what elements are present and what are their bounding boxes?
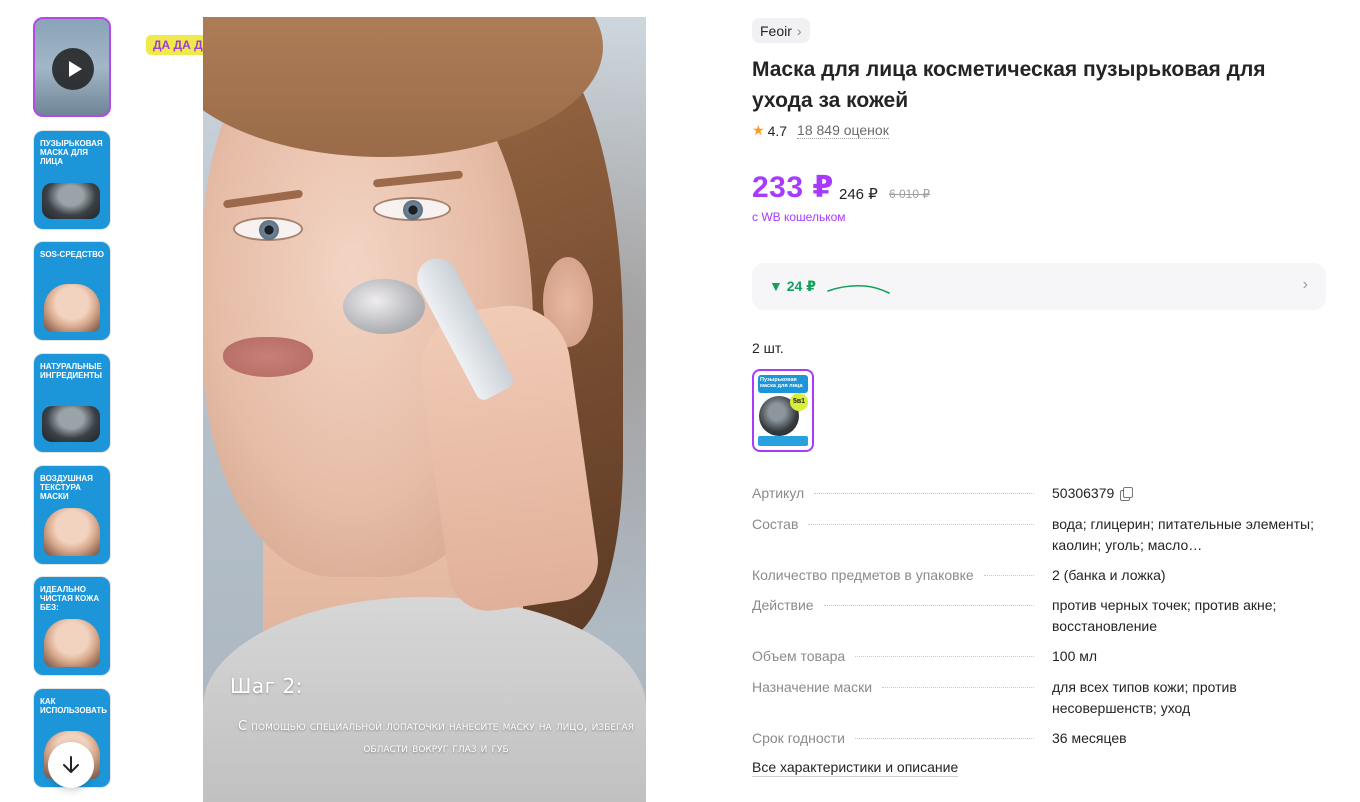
thumbnail-image[interactable]: SOS-средство [33,241,111,341]
wallet-note: с WB кошельком [752,210,846,224]
eye [373,197,451,221]
variant-badge: 5в1 [790,393,808,411]
spec-name: Артикул [752,485,805,501]
shirt [203,597,646,802]
price-history-button[interactable]: ▼ 24 ₽ › [752,263,1326,310]
spec-name: Состав [752,516,799,532]
spec-value: 36 месяцев [1052,730,1127,746]
variant-thumb-title: Пузырьковая маска для лица [758,375,808,393]
variant-option[interactable]: Пузырьковая маска для лица 5в1 [752,369,814,452]
brand-link[interactable]: Feoir › [752,18,810,43]
eye [233,217,303,241]
product-title: Маска для лица косметическая пузырьковая… [752,58,1266,112]
thumbnail-caption: Воздушная текстура маски [40,474,93,501]
scroll-down-button[interactable] [48,742,94,788]
thumbnail-image[interactable]: Идеально чистая кожа без: [33,576,111,676]
thumbnail-image[interactable]: Натуральные ингредиенты [33,353,111,453]
brand-name: Feoir [760,22,792,39]
quantity-label: 2 шт. [752,340,784,356]
spec-name: Объем товара [752,648,846,664]
thumbnail-caption: SOS-средство [40,250,104,259]
price-drop: ▼ 24 ₽ [769,278,816,294]
thumbnail-image[interactable]: Воздушная текстура маски [33,465,111,565]
wallet-price: 233 ₽ [752,171,834,204]
chevron-right-icon: › [1302,276,1308,293]
copy-icon[interactable] [1120,487,1134,501]
mask-blob [343,279,425,334]
spec-value: 100 мл [1052,648,1098,664]
arrow-down-icon [63,756,79,773]
spec-name: Назначение маски [752,679,873,695]
play-icon[interactable] [52,48,94,90]
old-price: 6 010 ₽ [889,187,930,201]
thumbnail-image[interactable]: Пузырьковая маска для лица [33,130,111,230]
thumbnail-caption: Идеально чистая кожа без: [40,585,100,612]
rating: ★ 4.7 18 849 оценок [752,122,889,139]
rating-value: 4.7 [767,122,788,139]
spec-name: Количество предметов в упаковке [752,567,974,583]
video-step-title: Шаг 2: [230,674,303,698]
star-icon: ★ [752,122,765,138]
reviews-link[interactable]: 18 849 оценок [797,122,889,139]
article-number[interactable]: 50306379 [1052,485,1114,501]
chevron-right-icon: › [796,22,802,39]
spec-name: Действие [752,597,814,613]
thumbnail-caption: Натуральные ингредиенты [40,362,103,380]
spec-value: против черных точек; против акне; восста… [1052,597,1277,634]
thumbnail-caption: Как использовать [40,697,107,715]
thumbnail-video[interactable] [33,17,111,117]
spec-value: вода; глицерин; питательные элементы; ка… [1052,516,1314,553]
product-video[interactable]: Шаг 2: С помощью специальной лопаточки н… [203,17,646,802]
price-trend-sparkline [827,284,890,294]
spec-name: Срок годности [752,730,845,746]
video-caption: С помощью специальной лопаточки нанесите… [238,719,634,756]
spec-value: 2 (банка и ложка) [1052,567,1166,583]
thumbnail-caption: Пузырьковая маска для лица [40,139,103,166]
all-specs-link[interactable]: Все характеристики и описание [752,759,959,777]
spec-value: для всех типов кожи; против несовершенст… [1052,679,1237,716]
price: 246 ₽ [839,186,878,203]
lips [223,337,313,377]
